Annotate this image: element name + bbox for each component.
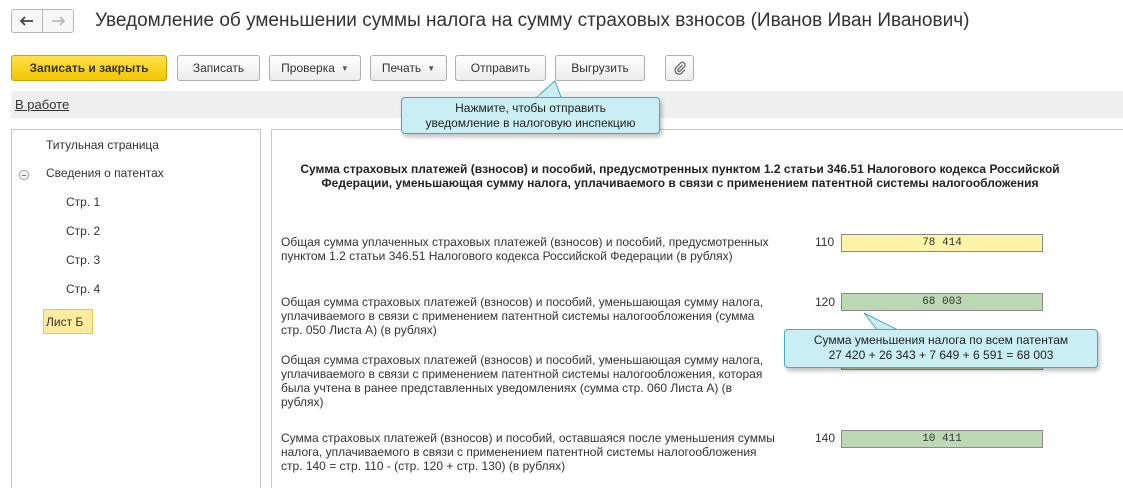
row-130-label: Общая сумма страховых платежей (взносов)… (281, 353, 764, 409)
tree-item-sheet-b-label: Лист Б (46, 315, 84, 329)
callout-pointer (535, 80, 562, 99)
row-110-label: Общая сумма уплаченных страховых платеже… (281, 235, 769, 263)
tree-item-page-3[interactable]: Стр. 3 (66, 253, 100, 267)
status-link[interactable]: В работе (15, 97, 69, 112)
paperclip-icon (673, 61, 686, 75)
sum-hint-line-1: Сумма уменьшения налога по всем патентам (813, 333, 1069, 347)
page-title: Уведомление об уменьшении суммы налога н… (95, 10, 970, 31)
check-button-label: Проверка (281, 61, 335, 75)
triangle-down-icon: ▼ (427, 63, 436, 73)
tree-item-page-2[interactable]: Стр. 2 (66, 224, 100, 238)
tree-item-patents[interactable]: Сведения о патентах (46, 166, 164, 180)
sum-hint-callout: Сумма уменьшения налога по всем патентам… (784, 329, 1098, 368)
print-button-label: Печать (381, 61, 422, 75)
section-heading: Сумма страховых платежей (взносов) и пос… (300, 162, 1060, 190)
row-120-field[interactable]: 68 003 (841, 293, 1043, 311)
send-button[interactable]: Отправить (455, 55, 546, 81)
tree-item-page-4[interactable]: Стр. 4 (66, 282, 100, 296)
row-140-code: 140 (815, 431, 836, 445)
sections-tree: Титульная страница Сведения о патентах С… (11, 129, 261, 488)
send-hint-callout: Нажмите, чтобы отправить уведомление в н… (401, 97, 660, 134)
triangle-down-icon: ▼ (340, 63, 349, 73)
print-button[interactable]: Печать ▼ (370, 55, 447, 81)
export-button[interactable]: Выгрузить (555, 55, 645, 81)
send-hint-line-1: Нажмите, чтобы отправить (455, 101, 606, 115)
forward-button[interactable] (42, 9, 74, 33)
send-hint-line-2: уведомление в налоговую инспекцию (425, 116, 636, 130)
row-140-label: Сумма страховых платежей (взносов) и пос… (281, 431, 775, 473)
row-140-field[interactable]: 10 411 (841, 430, 1043, 448)
row-110-code: 110 (815, 235, 835, 249)
sum-hint-line-2: 27 420 + 26 343 + 7 649 + 6 591 = 68 003 (828, 348, 1054, 362)
save-button[interactable]: Записать (177, 55, 260, 81)
row-120-label: Общая сумма страховых платежей (взносов)… (281, 295, 764, 337)
collapse-icon[interactable] (19, 170, 29, 180)
tree-item-title-page[interactable]: Титульная страница (46, 138, 159, 152)
tree-item-page-1[interactable]: Стр. 1 (66, 195, 100, 209)
save-and-close-button[interactable]: Записать и закрыть (11, 55, 167, 81)
check-button[interactable]: Проверка ▼ (269, 55, 361, 81)
attach-button[interactable] (665, 55, 694, 81)
arrow-left-icon (20, 16, 33, 26)
row-120-code: 120 (815, 295, 836, 309)
arrow-right-icon (52, 16, 65, 26)
tree-item-sheet-b[interactable]: Лист Б (43, 309, 93, 334)
back-button[interactable] (11, 9, 43, 33)
row-110-field[interactable]: 78 414 (841, 234, 1043, 252)
